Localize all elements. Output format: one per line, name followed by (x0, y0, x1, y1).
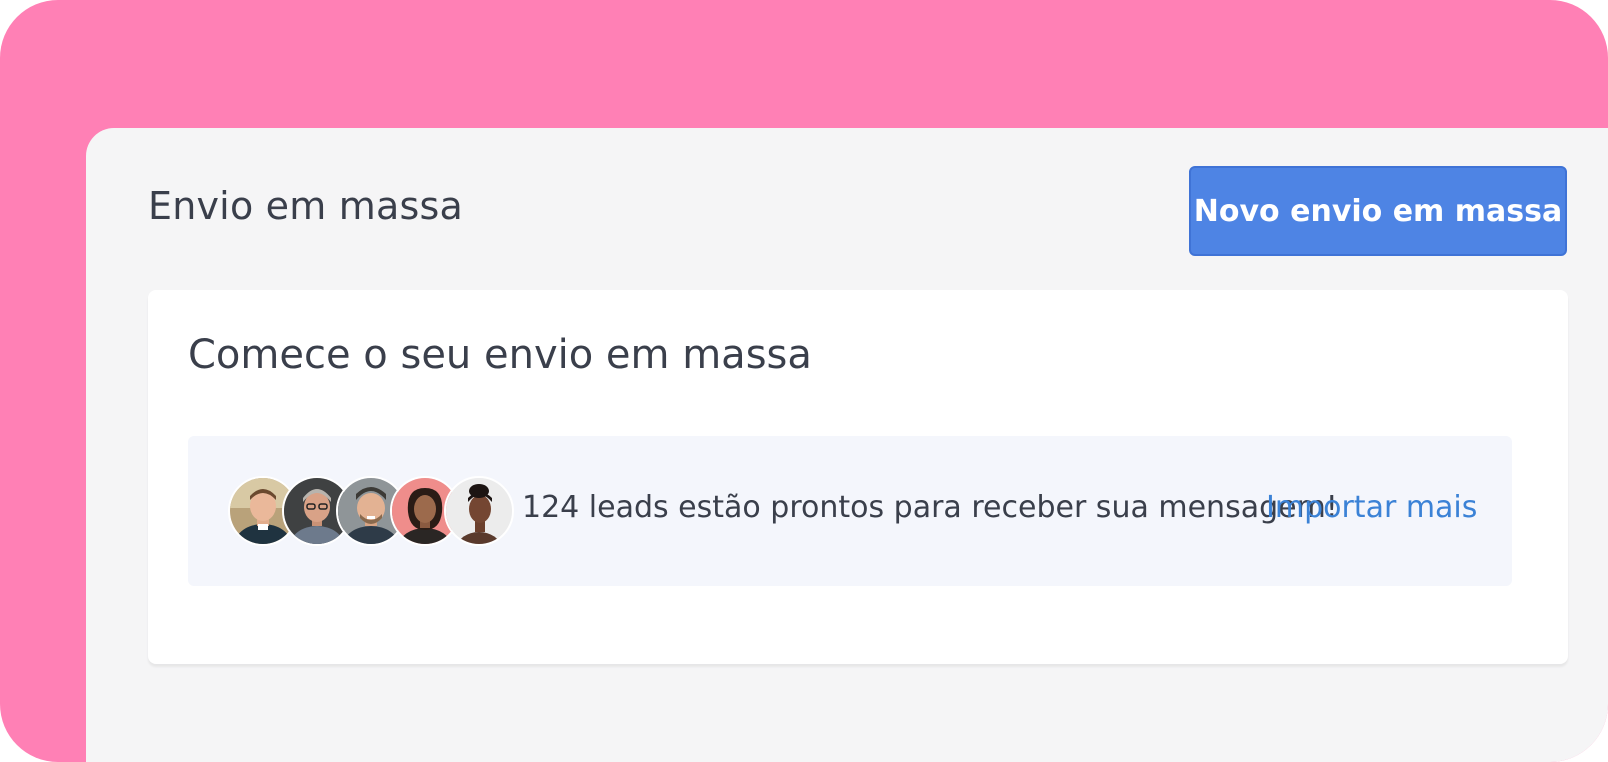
avatar-stack (228, 476, 514, 546)
card-title: Comece o seu envio em massa (188, 332, 812, 378)
import-more-link[interactable]: Importar mais (1266, 490, 1477, 525)
leads-count-message: 124 leads estão prontos para receber sua… (522, 490, 1338, 525)
getting-started-card: Comece o seu envio em massa 124 leads es… (148, 290, 1568, 664)
pink-frame: Envio em massa Novo envio em massa Comec… (0, 0, 1608, 762)
new-bulk-send-button[interactable]: Novo envio em massa (1189, 166, 1567, 256)
main-panel: Envio em massa Novo envio em massa Comec… (86, 128, 1608, 762)
leads-ready-banner: 124 leads estão prontos para receber sua… (188, 436, 1512, 586)
avatar (444, 476, 514, 546)
page-title: Envio em massa (148, 184, 463, 228)
